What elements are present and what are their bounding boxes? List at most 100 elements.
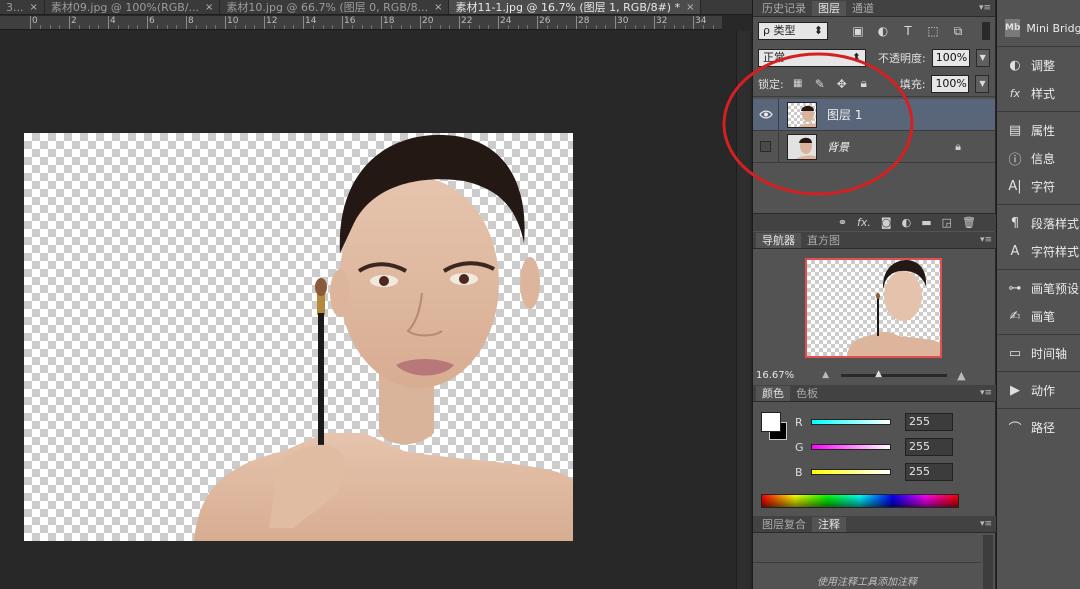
dock-mini-bridge[interactable]: Mb Mini Bridge: [997, 14, 1080, 42]
tab-channels[interactable]: 通道: [846, 1, 880, 16]
blue-slider[interactable]: [811, 469, 891, 475]
ruler-minor-tick: [605, 25, 607, 29]
panel-menu-icon[interactable]: ▾≡: [980, 388, 992, 398]
close-icon[interactable]: ×: [30, 1, 38, 15]
mini-bridge-icon: Mb: [1005, 19, 1021, 37]
zoom-out-icon[interactable]: ▲: [822, 370, 829, 380]
image-filter-icon[interactable]: ▣: [850, 23, 866, 39]
add-mask-icon[interactable]: ◙: [881, 216, 892, 229]
smart-object-filter-icon[interactable]: ⧉: [950, 23, 966, 39]
new-adjustment-icon[interactable]: ◐: [902, 216, 912, 229]
layer-style-icon[interactable]: fx.: [857, 216, 871, 229]
green-value-field[interactable]: 255: [905, 438, 953, 456]
navigator-panel-header: 导航器 直方图 ▾≡: [753, 232, 996, 249]
color-spectrum-ramp[interactable]: [761, 494, 959, 508]
ruler-minor-tick: [371, 25, 373, 29]
dock-info[interactable]: ⓘ 信息: [997, 144, 1080, 172]
dock-adjustments[interactable]: ◐ 调整: [997, 51, 1080, 79]
new-layer-icon[interactable]: ◲: [942, 216, 952, 229]
green-slider[interactable]: [811, 444, 891, 450]
ruler-minor-tick: [673, 25, 675, 29]
ruler-label: 30: [617, 16, 629, 26]
type-filter-icon[interactable]: T: [900, 23, 916, 39]
tab-histogram[interactable]: 直方图: [801, 233, 846, 248]
red-slider[interactable]: [811, 419, 891, 425]
navigator-zoom-bar: 16.67% ▲ ▲ ▲: [753, 366, 996, 384]
paragraph-styles-icon: ¶: [1010, 215, 1020, 231]
opacity-field[interactable]: 100%: [931, 49, 970, 67]
tab-navigator[interactable]: 导航器: [756, 233, 801, 248]
ruler-minor-tick: [390, 25, 392, 29]
navigator-preview[interactable]: [805, 258, 942, 358]
panel-menu-icon[interactable]: ▾≡: [980, 235, 992, 245]
notes-hint: 使用注释工具添加注释: [753, 562, 981, 589]
document-tab-bar: 3... × 素材09.jpg @ 100%(RGB/... × 素材10.jpg …: [0, 0, 752, 15]
dropdown-arrow-icon: ⬍: [813, 24, 823, 37]
zoom-in-icon[interactable]: ▲: [957, 369, 965, 382]
ruler-minor-tick: [683, 25, 685, 29]
tab-doc-4-active[interactable]: 素材11-1.jpg @ 16.7% (图层 1, RGB/8#) * ×: [449, 0, 702, 15]
tab-doc-1[interactable]: 3... ×: [0, 0, 45, 15]
opacity-slider-button[interactable]: ▼: [975, 49, 990, 67]
panel-menu-icon[interactable]: ▾≡: [979, 3, 991, 13]
dock-styles[interactable]: fx 样式: [997, 79, 1080, 107]
fill-field[interactable]: 100%: [931, 74, 970, 93]
ruler-minor-tick: [702, 25, 704, 29]
dock-character-styles[interactable]: A 字符样式: [997, 237, 1080, 265]
dock-paragraph-styles[interactable]: ¶ 段落样式: [997, 209, 1080, 237]
dock-character[interactable]: A| 字符: [997, 172, 1080, 200]
blue-value-field[interactable]: 255: [905, 463, 953, 481]
canvas-area[interactable]: [0, 31, 722, 589]
close-icon[interactable]: ×: [205, 1, 213, 15]
horizontal-ruler[interactable]: 0 2 4 6 8 10 12 14 16 18 20 22 24 26 28 30 32 34: [0, 16, 722, 30]
zoom-value[interactable]: 16.67%: [756, 370, 794, 381]
ruler-label: 8: [188, 16, 194, 26]
red-value-field[interactable]: 255: [905, 413, 953, 431]
ruler-minor-tick: [429, 25, 431, 29]
layer-filter-select[interactable]: ρ 类型 ⬍: [758, 22, 828, 40]
dock-actions[interactable]: ▶ 动作: [997, 376, 1080, 404]
dock-paths[interactable]: ⌒ 路径: [997, 413, 1080, 441]
foreground-color-swatch[interactable]: [761, 412, 781, 432]
adjustment-filter-icon[interactable]: ◐: [875, 23, 891, 39]
panel-menu-icon[interactable]: ▾≡: [980, 519, 992, 529]
dock-brush[interactable]: ✍ 画笔: [997, 302, 1080, 330]
dock-properties[interactable]: ▤ 属性: [997, 116, 1080, 144]
tab-doc-2[interactable]: 素材09.jpg @ 100%(RGB/... ×: [45, 0, 221, 15]
ruler-label: 2: [71, 16, 77, 26]
delete-layer-icon[interactable]: 🗑︎: [962, 216, 976, 229]
ruler-label: 12: [266, 16, 278, 26]
zoom-slider[interactable]: ▲: [841, 369, 948, 379]
document-canvas[interactable]: [24, 133, 573, 541]
ruler-minor-tick: [517, 25, 519, 29]
notes-panel-header: 图层复合 注释 ▾≡: [753, 516, 996, 533]
brush-presets-icon: ⊶: [1008, 280, 1022, 296]
tab-color[interactable]: 颜色: [756, 386, 790, 401]
fg-bg-swatches[interactable]: [761, 412, 789, 440]
link-layers-icon[interactable]: ⚭: [838, 216, 847, 229]
new-group-icon[interactable]: ▬: [921, 216, 931, 229]
tab-history[interactable]: 历史记录: [756, 1, 812, 16]
close-icon[interactable]: ×: [686, 1, 694, 15]
tab-notes[interactable]: 注释: [812, 517, 846, 532]
ruler-minor-tick: [166, 25, 168, 29]
ruler-minor-tick: [527, 25, 529, 29]
close-icon[interactable]: ×: [434, 1, 442, 15]
ruler-label: 34: [695, 16, 707, 26]
fill-slider-button[interactable]: ▼: [975, 74, 990, 93]
tab-swatches[interactable]: 色板: [790, 386, 824, 401]
zoom-slider-thumb-icon[interactable]: ▲: [875, 369, 882, 379]
ruler-major-tick: [225, 16, 226, 29]
filter-toggle[interactable]: [982, 22, 990, 40]
dock-timeline[interactable]: ▭ 时间轴: [997, 339, 1080, 367]
notes-scrollbar[interactable]: [983, 535, 993, 589]
shape-filter-icon[interactable]: ⬚: [925, 23, 941, 39]
ruler-minor-tick: [98, 25, 100, 29]
ruler-minor-tick: [624, 25, 626, 29]
ruler-minor-tick: [478, 25, 480, 29]
tab-doc-3[interactable]: 素材10.jpg @ 66.7% (图层 0, RGB/8... ×: [220, 0, 450, 15]
tab-layers[interactable]: 图层: [812, 1, 846, 16]
tab-layer-comps[interactable]: 图层复合: [756, 517, 812, 532]
ruler-major-tick: [303, 16, 304, 29]
dock-brush-presets[interactable]: ⊶ 画笔预设: [997, 274, 1080, 302]
